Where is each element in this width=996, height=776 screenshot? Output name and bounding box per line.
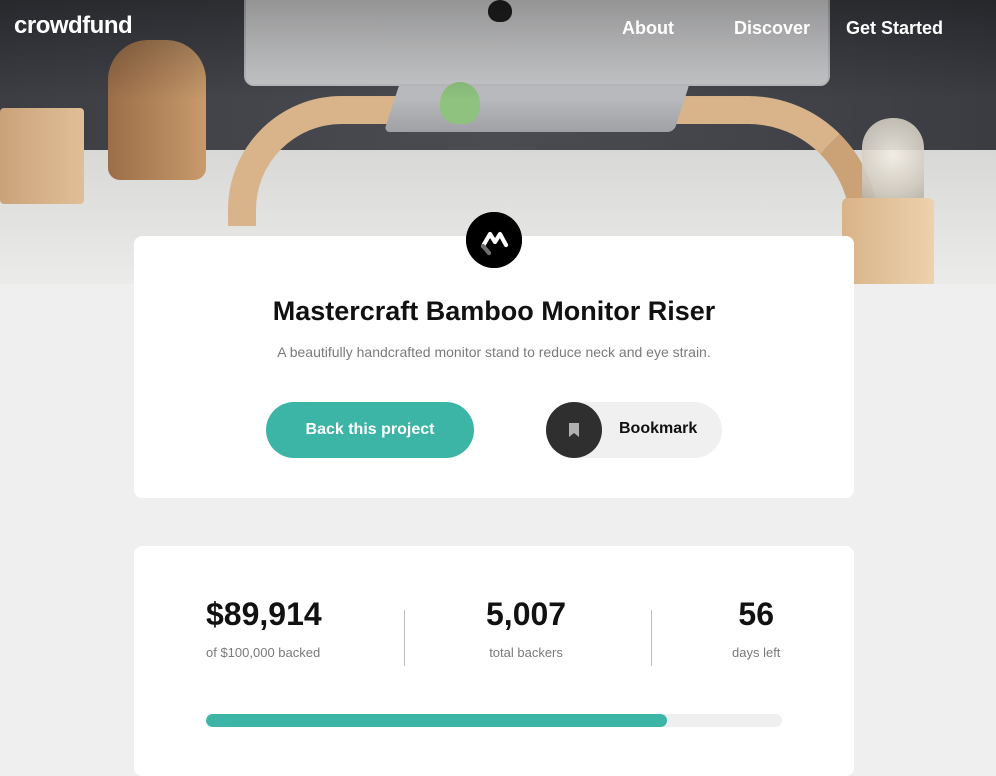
- back-project-button[interactable]: Back this project: [266, 402, 474, 458]
- backers-label: total backers: [489, 645, 563, 660]
- stat-backers: 5,007 total backers: [486, 596, 566, 660]
- project-intro-card: Mastercraft Bamboo Monitor Riser A beaut…: [134, 236, 854, 498]
- nav-link-get-started[interactable]: Get Started: [846, 18, 943, 39]
- bookmark-icon: [546, 402, 602, 458]
- stat-backed: $89,914 of $100,000 backed: [206, 596, 322, 660]
- stat-divider: [651, 610, 652, 666]
- backers-count: 5,007: [486, 596, 567, 632]
- stat-days: 56 days left: [732, 596, 780, 660]
- funding-progress-fill: [206, 714, 667, 727]
- bookmark-button[interactable]: Bookmark: [546, 402, 722, 458]
- logo[interactable]: crowdfund: [14, 12, 133, 40]
- nav-link-discover[interactable]: Discover: [734, 18, 810, 39]
- backed-label: of $100,000 backed: [206, 645, 321, 660]
- nav-link-about[interactable]: About: [622, 18, 674, 39]
- bookmark-label: Bookmark: [619, 420, 698, 437]
- stat-divider: [404, 610, 405, 666]
- navbar: crowdfund About Discover Get Started: [0, 0, 996, 60]
- backed-amount: $89,914: [206, 596, 322, 632]
- days-left-label: days left: [732, 645, 781, 660]
- days-left-count: 56: [738, 596, 774, 632]
- project-title: Mastercraft Bamboo Monitor Riser: [272, 296, 716, 326]
- funding-progress-bar: [206, 714, 782, 727]
- project-description: A beautifully handcrafted monitor stand …: [277, 344, 711, 360]
- mastercraft-logo-icon: [466, 212, 522, 268]
- stats-card: $89,914 of $100,000 backed 5,007 total b…: [134, 546, 854, 776]
